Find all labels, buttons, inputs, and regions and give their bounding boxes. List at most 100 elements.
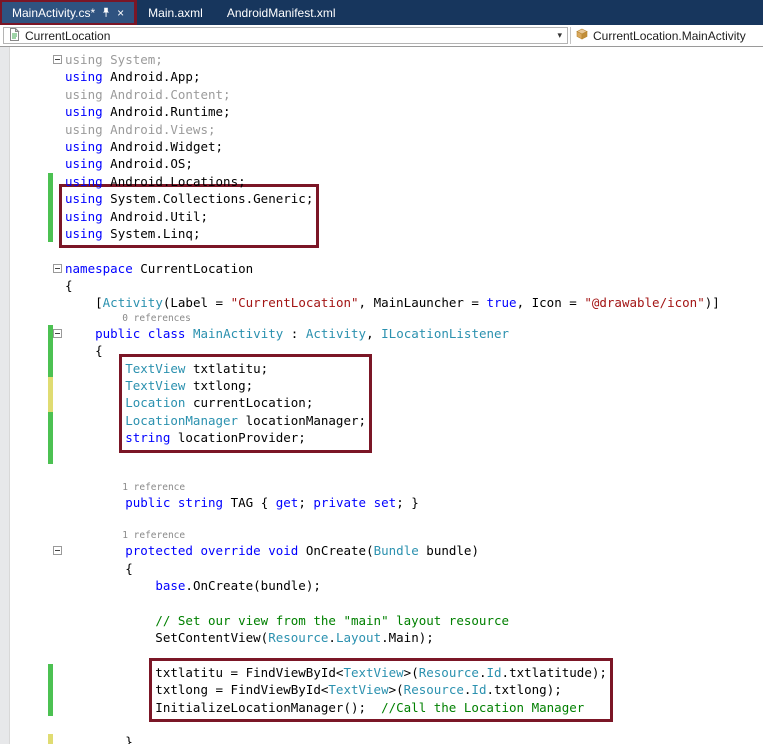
code-line[interactable]: using System.Collections.Generic; <box>65 190 313 207</box>
code-line[interactable]: protected override void OnCreate(Bundle … <box>53 542 763 559</box>
code-line[interactable]: public string TAG { get; private set; } <box>65 494 763 511</box>
codelens-line[interactable]: 0 references <box>65 312 763 325</box>
code-line[interactable]: SetContentView(Resource.Layout.Main); <box>65 629 763 646</box>
code-line[interactable]: using Android.Views; <box>65 121 763 138</box>
document-icon <box>9 26 20 44</box>
breakpoint-margin[interactable] <box>0 47 10 744</box>
annotation-highlight-box: txtlatitu = FindViewById<TextView>(Resou… <box>149 657 613 723</box>
code-line[interactable]: using Android.Locations; <box>65 173 763 190</box>
change-tracking-bar <box>48 207 53 225</box>
code-line[interactable] <box>65 716 763 733</box>
code-token: Android.Runtime; <box>102 104 231 120</box>
code-line[interactable]: txtlatitu = FindViewById<TextView>(Resou… <box>155 664 607 681</box>
code-line[interactable] <box>65 464 763 481</box>
member-dropdown[interactable]: CurrentLocation.MainActivity <box>570 27 763 44</box>
code-token: txtlatitu = FindViewById< <box>155 664 344 680</box>
code-line[interactable]: namespace CurrentLocation <box>53 260 763 277</box>
code-token: 1 reference <box>65 482 186 494</box>
change-tracking-bar <box>48 225 53 243</box>
code-line[interactable]: using Android.App; <box>65 68 763 85</box>
code-token: class <box>147 325 186 341</box>
code-token: ; <box>298 495 314 511</box>
tab-mainactivity-cs[interactable]: MainActivity.cs* × <box>0 0 138 26</box>
code-line[interactable]: using Android.Util; <box>65 208 313 225</box>
change-tracking-bar <box>48 699 53 717</box>
code-editor[interactable]: using System; using Android.App; using And… <box>0 47 763 744</box>
code-token: Id <box>486 664 502 680</box>
code-token: System.Collections.Generic; <box>102 191 314 207</box>
codelens-line[interactable]: 1 reference <box>65 529 763 542</box>
code-line[interactable]: base.OnCreate(bundle); <box>65 577 763 594</box>
navigation-bar: CurrentLocation ▾ CurrentLocation.MainAc… <box>0 25 763 47</box>
code-token: using <box>65 225 103 241</box>
code-token: locationManager; <box>238 412 367 428</box>
code-line[interactable]: TextView txtlong; <box>125 377 366 394</box>
code-line[interactable]: using Android.Widget; <box>65 138 763 155</box>
code-line[interactable]: public class MainActivity : Activity, IL… <box>53 325 763 342</box>
code-token: txtlatitu; <box>185 360 269 376</box>
code-token: , MainLauncher = <box>358 295 487 311</box>
code-token: using <box>65 191 103 207</box>
code-token: using <box>65 173 103 189</box>
change-tracking-bar <box>48 377 53 395</box>
code-line[interactable] <box>65 447 763 464</box>
code-line[interactable]: [Activity(Label = "CurrentLocation", Mai… <box>65 294 763 311</box>
code-token: TAG { <box>223 495 276 511</box>
code-token: bundle) <box>418 543 479 559</box>
code-token: InitializeLocationManager(); <box>155 699 382 715</box>
code-line[interactable]: using System; <box>53 51 763 68</box>
code-line[interactable]: { <box>65 342 763 359</box>
code-token: } <box>65 734 133 744</box>
fold-collapse-icon[interactable] <box>53 546 62 556</box>
code-line[interactable]: using Android.Content; <box>65 86 763 103</box>
code-line[interactable]: // Set our view from the "main" layout r… <box>65 612 763 629</box>
code-line[interactable] <box>65 647 763 664</box>
code-line[interactable]: using System.Linq; <box>65 225 313 242</box>
code-line[interactable] <box>65 594 763 611</box>
code-token: Resource <box>403 682 464 698</box>
code-line[interactable]: TextView txtlatitu; <box>125 360 366 377</box>
pin-icon[interactable] <box>101 7 111 18</box>
code-line[interactable]: string locationProvider; <box>125 429 366 446</box>
code-token: 1 reference <box>65 530 186 542</box>
code-token: , <box>366 325 382 341</box>
code-token: ILocationListener <box>381 325 510 341</box>
code-pane[interactable]: using System; using Android.App; using And… <box>53 51 763 744</box>
code-line[interactable]: using Android.OS; <box>65 155 763 172</box>
code-token: true <box>486 295 517 311</box>
code-token: protected <box>125 543 193 559</box>
code-line[interactable]: { <box>65 560 763 577</box>
code-token: get <box>275 495 299 511</box>
tab-main-axml[interactable]: Main.axml <box>136 0 215 25</box>
code-token: [ <box>65 295 103 311</box>
scope-dropdown[interactable]: CurrentLocation ▾ <box>3 26 568 44</box>
code-line[interactable] <box>65 512 763 529</box>
code-line[interactable]: } <box>65 733 763 744</box>
code-line[interactable]: using Android.Runtime; <box>65 103 763 120</box>
code-line[interactable] <box>65 242 763 259</box>
code-line[interactable]: InitializeLocationManager(); //Call the … <box>155 699 607 716</box>
code-token: )] <box>704 295 720 311</box>
code-token: using <box>65 104 103 120</box>
fold-collapse-icon[interactable] <box>53 55 62 64</box>
fold-collapse-icon[interactable] <box>53 263 62 273</box>
code-token: TextView <box>343 664 404 680</box>
fold-collapse-icon[interactable] <box>53 328 62 338</box>
code-token: string <box>177 495 224 511</box>
code-token: using <box>65 138 103 154</box>
code-line[interactable]: Location currentLocation; <box>125 394 366 411</box>
code-line[interactable]: { <box>65 277 763 294</box>
change-tracking-bar <box>48 733 53 744</box>
code-line[interactable]: txtlong = FindViewById<TextView>(Resourc… <box>155 681 607 698</box>
code-token: "@drawable/icon" <box>584 295 705 311</box>
codelens-line[interactable]: 1 reference <box>65 481 763 494</box>
tab-androidmanifest-xml[interactable]: AndroidManifest.xml <box>215 0 348 25</box>
close-icon[interactable]: × <box>117 7 124 19</box>
code-line[interactable]: LocationManager locationManager; <box>125 412 366 429</box>
